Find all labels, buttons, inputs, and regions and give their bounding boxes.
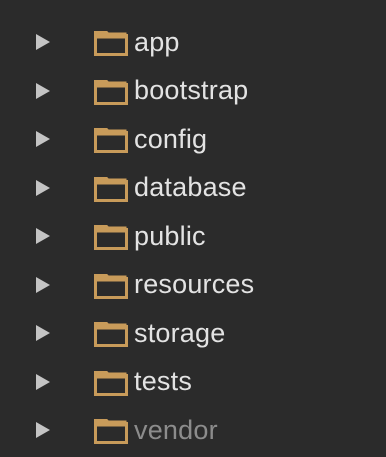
tree-item-label: storage (134, 317, 226, 348)
tree-item-vendor[interactable]: vendor (0, 406, 386, 455)
expand-arrow-icon[interactable] (36, 372, 56, 392)
folder-icon (94, 416, 128, 445)
tree-item-app[interactable]: app (0, 18, 386, 67)
expand-arrow-icon[interactable] (36, 81, 56, 101)
tree-item-label: database (134, 172, 247, 203)
tree-item-resources[interactable]: resources (0, 261, 386, 310)
tree-item-label: bootstrap (134, 75, 249, 106)
folder-icon (94, 271, 128, 299)
tree-item-label: public (134, 220, 206, 251)
folder-icon (94, 319, 128, 348)
folder-icon (94, 28, 128, 57)
tree-item-config[interactable]: config (0, 115, 386, 164)
project-tree: app bootstrap config database public res… (0, 0, 386, 457)
tree-item-label: app (134, 26, 180, 57)
tree-item-bootstrap[interactable]: bootstrap (0, 67, 386, 116)
folder-icon (94, 125, 128, 154)
expand-arrow-icon[interactable] (36, 178, 56, 198)
expand-arrow-icon[interactable] (36, 275, 56, 295)
tree-item-label: resources (134, 269, 255, 300)
tree-item-label: vendor (134, 414, 218, 445)
expand-arrow-icon[interactable] (36, 323, 56, 343)
tree-item-label: config (134, 123, 208, 154)
expand-arrow-icon[interactable] (36, 226, 56, 246)
folder-icon (94, 174, 128, 202)
folder-icon (94, 368, 128, 396)
tree-item-tests[interactable]: tests (0, 358, 386, 407)
folder-icon (94, 222, 128, 251)
expand-arrow-icon[interactable] (36, 420, 56, 440)
expand-arrow-icon[interactable] (36, 32, 56, 52)
tree-item-database[interactable]: database (0, 164, 386, 213)
tree-item-label: tests (134, 366, 193, 397)
expand-arrow-icon[interactable] (36, 129, 56, 149)
tree-item-storage[interactable]: storage (0, 309, 386, 358)
folder-icon (94, 77, 128, 105)
tree-item-public[interactable]: public (0, 212, 386, 261)
